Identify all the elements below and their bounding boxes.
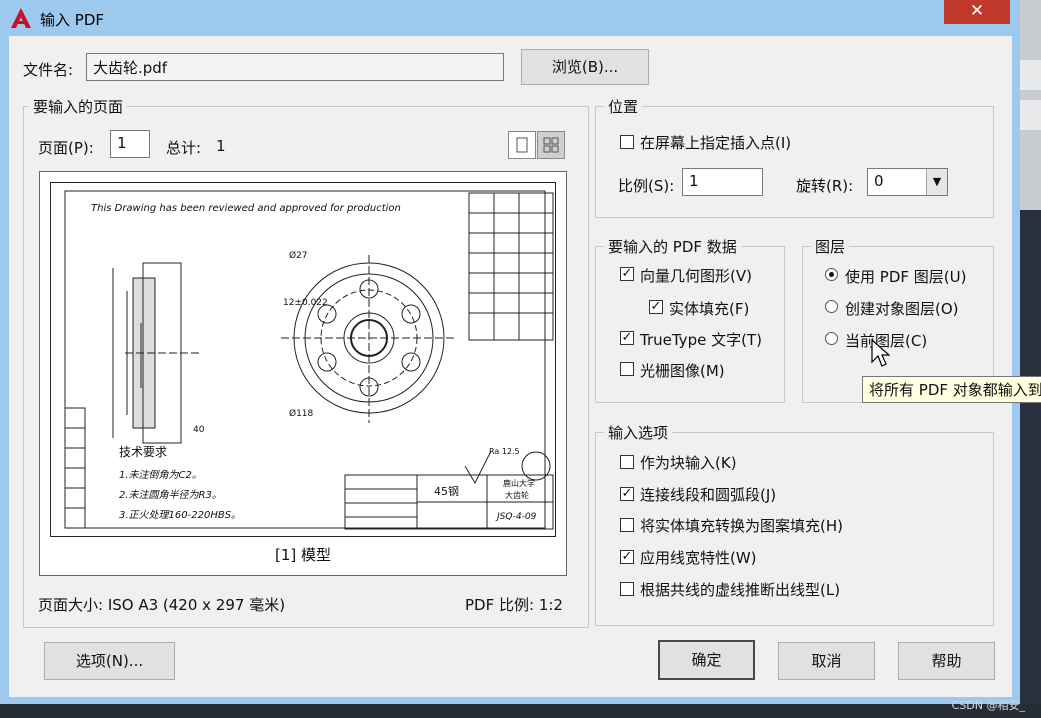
requirement-1: 1.未注倒角为C2。 xyxy=(119,470,202,481)
total-label: 总计: xyxy=(166,139,202,157)
layer-tooltip: 将所有 PDF 对象都输入到 xyxy=(862,376,1041,403)
roughness-label: Ra 12.5 xyxy=(489,447,520,456)
vector-geometry-label[interactable]: 向量几何图形(V) xyxy=(640,265,752,286)
position-group-title: 位置 xyxy=(604,96,643,117)
gear-drawing xyxy=(64,190,554,530)
part-name-label: 大齿轮 xyxy=(505,491,529,500)
position-group xyxy=(595,106,994,218)
background-canvas xyxy=(1020,210,1041,718)
specify-on-screen-label[interactable]: 在屏幕上指定插入点(I) xyxy=(640,132,791,153)
options-button[interactable]: 选项(N)... xyxy=(44,642,175,680)
layers-group-title: 图层 xyxy=(811,236,850,257)
raster-images-checkbox[interactable] xyxy=(620,362,634,376)
dimension-27: Ø27 xyxy=(289,251,308,261)
drawing-number: JSQ-4-09 xyxy=(497,512,537,522)
convert-fills-checkbox[interactable] xyxy=(620,518,634,532)
rotation-select[interactable]: 0 ▼ xyxy=(867,168,948,196)
infer-linetypes-checkbox[interactable] xyxy=(620,582,634,596)
help-button[interactable]: 帮助 xyxy=(898,642,995,680)
pages-group-title: 要输入的页面 xyxy=(29,96,128,117)
company-label: 鹿山大学 xyxy=(503,479,535,488)
import-options-group-title: 输入选项 xyxy=(604,422,673,443)
approval-text: This Drawing has been reviewed and appro… xyxy=(91,203,401,214)
autocad-app-icon xyxy=(11,8,31,28)
thumbnail-grid-icon xyxy=(543,137,559,153)
truetype-text-label[interactable]: TrueType 文字(T) xyxy=(640,329,762,350)
scale-label: 比例(S): xyxy=(618,177,675,195)
technical-requirements-title: 技术要求 xyxy=(119,445,168,459)
truetype-text-checkbox[interactable]: ✓ xyxy=(620,331,634,345)
rotation-label: 旋转(R): xyxy=(796,177,854,195)
ok-button[interactable]: 确定 xyxy=(658,640,755,680)
use-pdf-layers-radio[interactable] xyxy=(825,268,838,281)
window-title: 输入 PDF xyxy=(40,11,104,29)
title-bar[interactable]: 输入 PDF ✕ xyxy=(0,0,1020,36)
apply-lineweight-label[interactable]: 应用线宽特性(W) xyxy=(640,547,757,568)
dimension-118: Ø118 xyxy=(289,409,314,419)
import-as-block-checkbox[interactable] xyxy=(620,455,634,469)
current-layer-radio[interactable] xyxy=(825,332,838,345)
page-size-text: 页面大小: ISO A3 (420 x 297 毫米) xyxy=(38,596,286,614)
import-pdf-dialog: 输入 PDF ✕ 文件名: 大齿轮.pdf 浏览(B)... 要输入的页面 页面… xyxy=(0,0,1020,704)
thumbnail-view-button[interactable] xyxy=(537,131,565,159)
dimension-40: 40 xyxy=(193,425,205,435)
create-object-layers-radio[interactable] xyxy=(825,300,838,313)
single-page-icon xyxy=(516,137,528,153)
specify-on-screen-checkbox[interactable] xyxy=(620,135,634,149)
vector-geometry-checkbox[interactable]: ✓ xyxy=(620,267,634,281)
mouse-cursor-icon xyxy=(871,338,890,367)
join-segments-checkbox[interactable]: ✓ xyxy=(620,487,634,501)
watermark: CSDN @相安_ xyxy=(951,699,1025,712)
convert-fills-label[interactable]: 将实体填充转换为图案填充(H) xyxy=(640,515,843,536)
material-label: 45钢 xyxy=(434,485,459,498)
solid-fill-checkbox[interactable]: ✓ xyxy=(649,300,663,314)
file-name-field[interactable]: 大齿轮.pdf xyxy=(86,53,504,81)
single-page-view-button[interactable] xyxy=(508,131,536,159)
create-object-layers-label[interactable]: 创建对象图层(O) xyxy=(845,298,959,319)
preview-caption: [1] 模型 xyxy=(274,546,332,564)
dimension-12: 12±0.022 xyxy=(283,298,328,308)
pdf-data-group-title: 要输入的 PDF 数据 xyxy=(604,236,741,257)
rotation-value: 0 xyxy=(874,172,884,190)
browse-button[interactable]: 浏览(B)... xyxy=(521,49,649,85)
page-number-field[interactable]: 1 xyxy=(110,130,150,158)
page-label: 页面(P): xyxy=(38,139,94,157)
apply-lineweight-checkbox[interactable]: ✓ xyxy=(620,550,634,564)
raster-images-label[interactable]: 光栅图像(M) xyxy=(640,360,725,381)
close-button[interactable]: ✕ xyxy=(944,0,1010,24)
pdf-scale-text: PDF 比例: 1:2 xyxy=(465,596,563,614)
scale-field[interactable]: 1 xyxy=(682,168,763,196)
drawing-thumbnail: This Drawing has been reviewed and appro… xyxy=(50,182,556,537)
background-taskbar xyxy=(0,704,1041,718)
requirement-2: 2.未注圆角半径为R3。 xyxy=(119,490,222,501)
total-value: 1 xyxy=(216,137,226,155)
join-segments-label[interactable]: 连接线段和圆弧段(J) xyxy=(640,484,776,505)
use-pdf-layers-label[interactable]: 使用 PDF 图层(U) xyxy=(845,266,966,287)
infer-linetypes-label[interactable]: 根据共线的虚线推断出线型(L) xyxy=(640,579,840,600)
dialog-client-area: 文件名: 大齿轮.pdf 浏览(B)... 要输入的页面 页面(P): 1 总计… xyxy=(9,36,1012,697)
pdf-preview[interactable]: This Drawing has been reviewed and appro… xyxy=(39,171,567,576)
solid-fill-label[interactable]: 实体填充(F) xyxy=(669,298,749,319)
file-name-label: 文件名: xyxy=(23,61,74,79)
requirement-3: 3.正火处理160-220HBS。 xyxy=(119,510,242,521)
import-as-block-label[interactable]: 作为块输入(K) xyxy=(640,452,737,473)
dropdown-arrow-icon[interactable]: ▼ xyxy=(926,169,947,195)
cancel-button[interactable]: 取消 xyxy=(778,642,875,680)
